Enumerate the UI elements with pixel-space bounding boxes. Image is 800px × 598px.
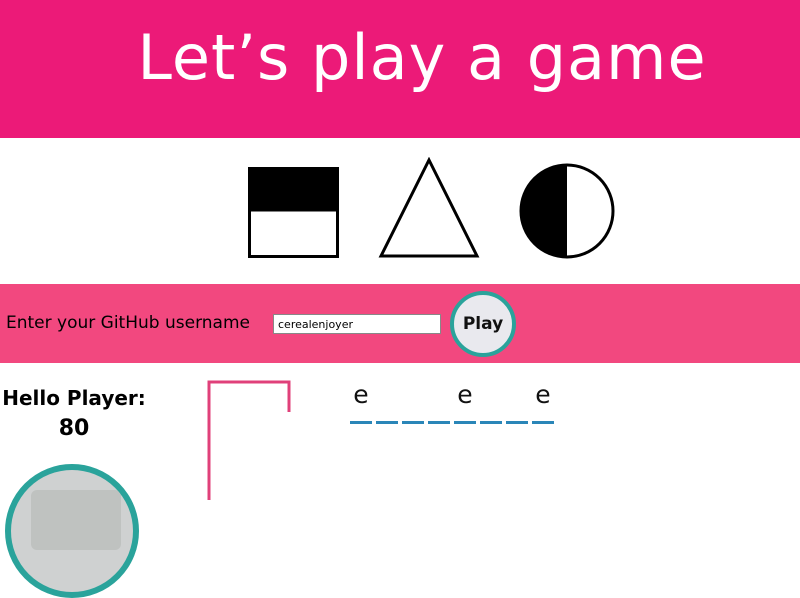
player-score: 80 (58, 416, 90, 441)
username-input[interactable] (273, 314, 441, 334)
letter: e (353, 380, 369, 409)
letter-slot (428, 380, 450, 426)
hangman-gallows (207, 380, 291, 500)
letter-slot: e (532, 380, 554, 426)
play-button[interactable]: Play (450, 291, 516, 357)
half-filled-circle-icon (519, 163, 615, 259)
avatar (5, 464, 139, 598)
username-form: Enter your GitHub username Play (0, 284, 800, 363)
player-greeting: Hello Player: (2, 386, 146, 410)
shape-row (0, 138, 800, 284)
hidden-word: e e e (350, 380, 554, 430)
triangle-icon (378, 157, 480, 258)
half-filled-square-icon (248, 167, 339, 258)
letter: e (457, 380, 473, 409)
header-banner: Let’s play a game (0, 0, 800, 138)
letter: e (535, 380, 551, 409)
letter-slot: e (454, 380, 476, 426)
letter-slot (480, 380, 502, 426)
username-label: Enter your GitHub username (6, 313, 250, 333)
page-title: Let’s play a game (137, 20, 707, 94)
letter-slot (506, 380, 528, 426)
letter-slot (402, 380, 424, 426)
letter-slot (376, 380, 398, 426)
letter-slot: e (350, 380, 372, 426)
